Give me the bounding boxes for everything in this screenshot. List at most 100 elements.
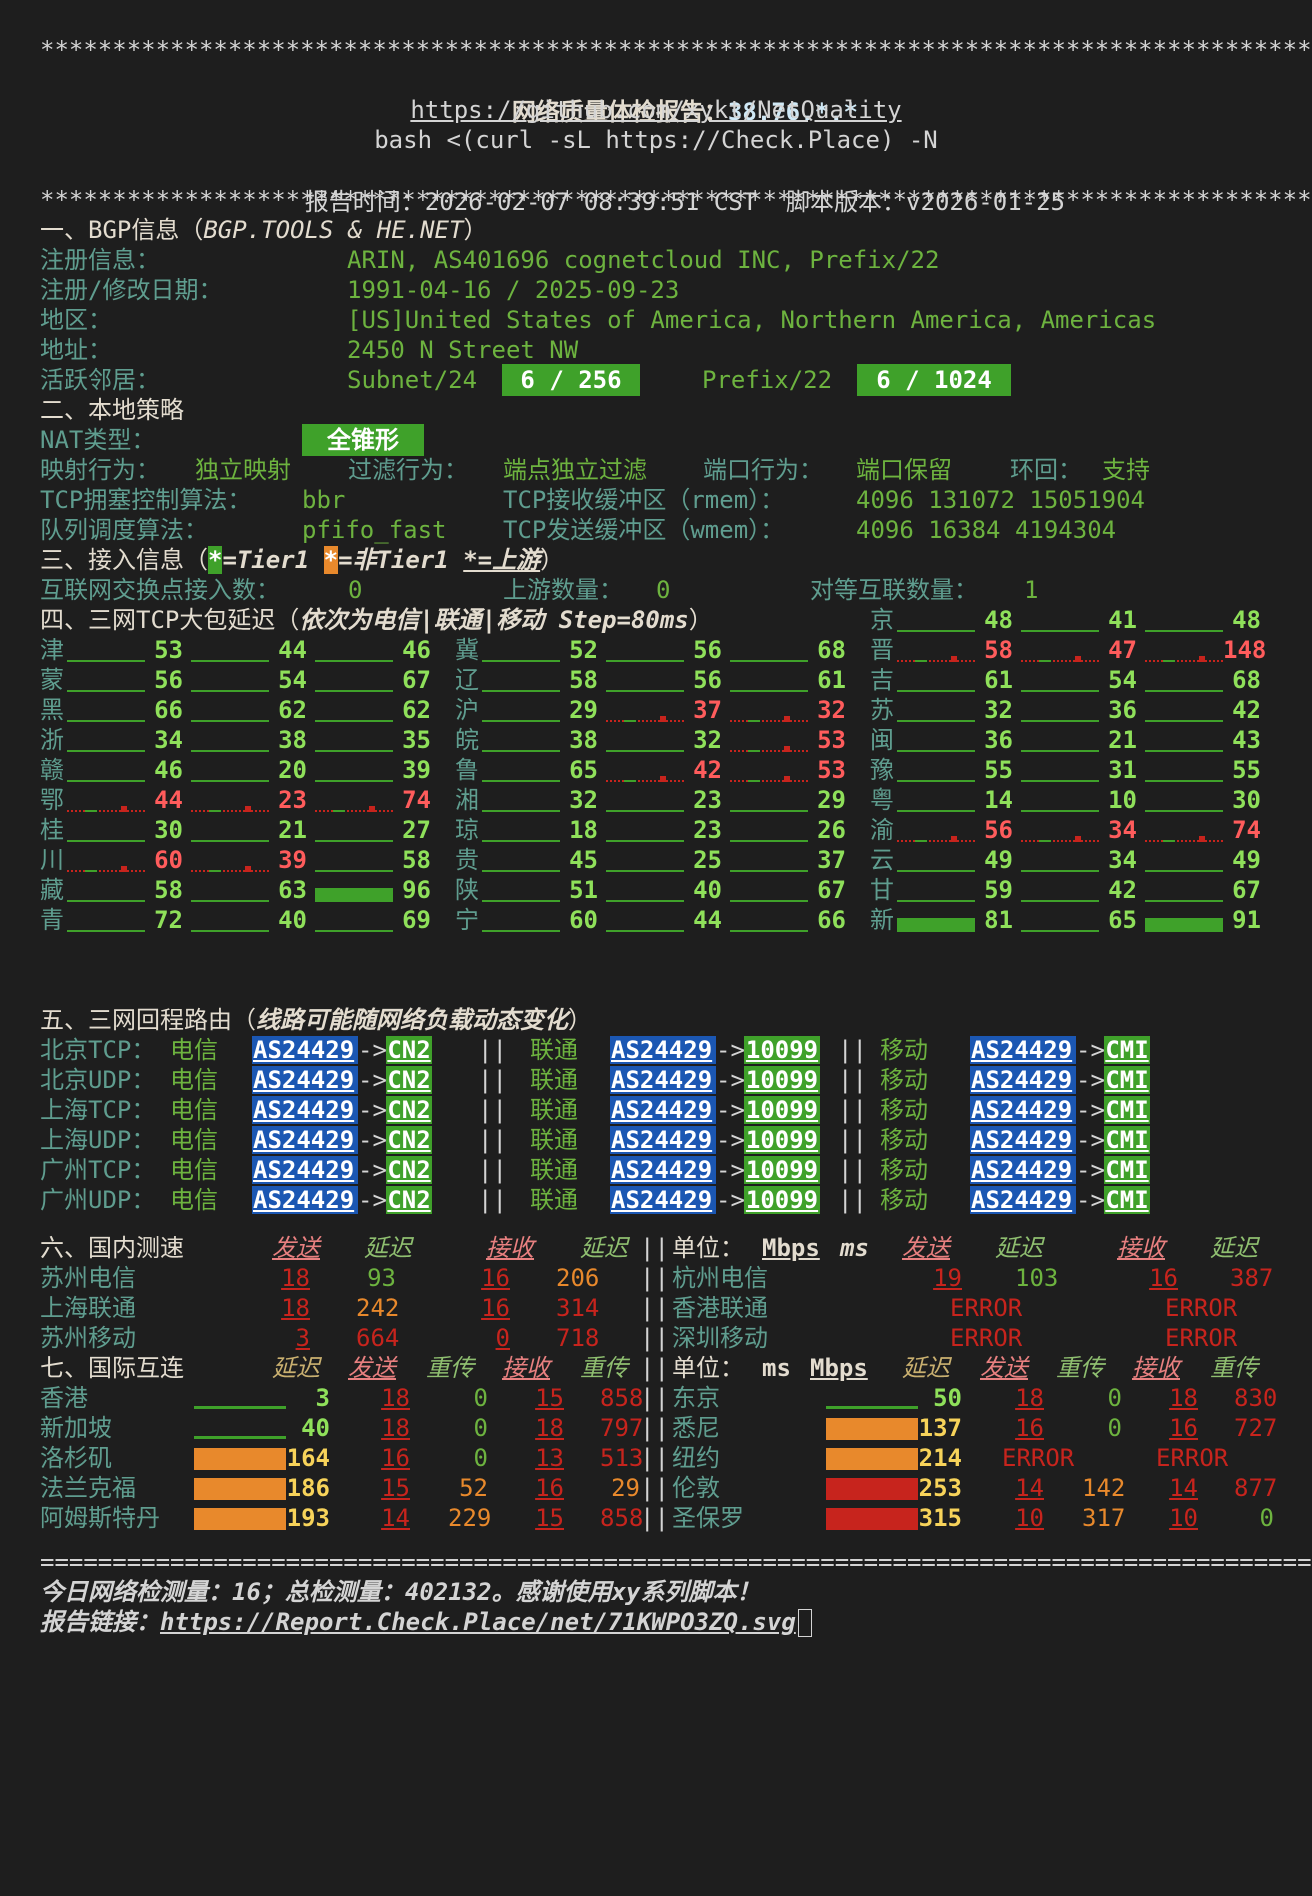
asn-link[interactable]: AS24429 [252, 1066, 358, 1094]
asn-link[interactable]: AS24429 [970, 1156, 1076, 1184]
latency-value: 42 [693, 756, 722, 784]
route-tag[interactable]: 10099 [744, 1156, 820, 1184]
asn-link[interactable]: AS24429 [252, 1186, 358, 1214]
province-label: 黑 [40, 696, 64, 724]
route-arrow: -> [1076, 1126, 1105, 1154]
section-intl-heading: 七、国际互连 [40, 1354, 184, 1382]
speed-recv: 16 [481, 1294, 510, 1322]
route-tag[interactable]: CN2 [386, 1096, 432, 1124]
route-tag[interactable]: CMI [1104, 1186, 1150, 1214]
route-row: 北京UDP： 电信 AS24429 -> CN2 || 联通 AS24429 -> 10099 ||… [40, 1064, 1280, 1096]
latency-value: 148 [1223, 636, 1267, 664]
route-tag[interactable]: 10099 [744, 1186, 820, 1214]
latency-value: 52 [569, 636, 598, 664]
latency-bar [826, 1418, 918, 1440]
latency-value: 48 [1232, 606, 1261, 634]
route-tag[interactable]: CMI [1104, 1126, 1150, 1154]
asn-link[interactable]: AS24429 [970, 1066, 1076, 1094]
latency-bar [194, 1478, 286, 1500]
latency-value: 44 [154, 786, 183, 814]
latency-bar [482, 844, 562, 876]
asn-link[interactable]: AS24429 [970, 1126, 1076, 1154]
asn-link[interactable]: AS24429 [610, 1126, 716, 1154]
latency-value: 46 [154, 756, 183, 784]
route-tag[interactable]: CMI [1104, 1066, 1150, 1094]
asn-link[interactable]: AS24429 [252, 1096, 358, 1124]
latency-value: 42 [1232, 696, 1261, 724]
latency-bar [606, 874, 686, 906]
intl-latency: 50 [933, 1384, 962, 1412]
latency-bar [315, 754, 395, 786]
latency-cell: 闽 36 21 43 [870, 724, 1270, 756]
province-label: 琼 [455, 816, 479, 844]
latency-bar [191, 844, 271, 876]
route-tag[interactable]: CMI [1104, 1036, 1150, 1064]
intl-node: 阿姆斯特丹 [40, 1504, 160, 1532]
latency-bar [67, 754, 147, 786]
report-link[interactable]: https://Report.Check.Place/net/71KWPO3ZQ… [160, 1608, 796, 1636]
latency-bar [606, 754, 686, 786]
route-tag[interactable]: 10099 [744, 1036, 820, 1064]
asn-link[interactable]: AS24429 [252, 1126, 358, 1154]
intl-header-row: 七、国际互连 延迟 发送 重传 接收 重传 || 单位： ms Mbps 延迟 … [40, 1354, 1258, 1382]
route-sep: || [838, 1096, 867, 1124]
latency-value: 60 [569, 906, 598, 934]
route-isp: 移动 [880, 1036, 928, 1064]
intl-value: 52 [459, 1474, 488, 1502]
latency-value: 54 [1108, 666, 1137, 694]
asn-link[interactable]: AS24429 [610, 1096, 716, 1124]
latency-bar [315, 784, 395, 816]
latency-bar [897, 664, 977, 696]
latency-value: 10 [1108, 786, 1137, 814]
latency-bar [1021, 814, 1101, 846]
asn-link[interactable]: AS24429 [610, 1186, 716, 1214]
asn-link[interactable]: AS24429 [610, 1066, 716, 1094]
route-tag[interactable]: CMI [1104, 1156, 1150, 1184]
asn-link[interactable]: AS24429 [970, 1096, 1076, 1124]
asn-link[interactable]: AS24429 [970, 1186, 1076, 1214]
latency-bar [194, 1508, 286, 1530]
terminal: ****************************************… [0, 0, 1312, 1685]
latency-cell: 甘 59 42 67 [870, 874, 1270, 906]
intl-value: 858 [600, 1384, 644, 1412]
route-tag[interactable]: CN2 [386, 1066, 432, 1094]
latency-value: 49 [1232, 846, 1261, 874]
route-tag[interactable]: CMI [1104, 1096, 1150, 1124]
footer-stats: 今日网络检测量：16；总检测量：402132。感谢使用xy系列脚本！ [40, 1578, 761, 1606]
bgp-region: [US]United States of America, Northern A… [347, 306, 1157, 334]
latency-cell: 赣 46 20 39 [40, 754, 440, 786]
route-tag[interactable]: 10099 [744, 1066, 820, 1094]
latency-value: 54 [278, 666, 307, 694]
latency-value: 72 [154, 906, 183, 934]
asn-link[interactable]: AS24429 [252, 1156, 358, 1184]
asn-link[interactable]: AS24429 [252, 1036, 358, 1064]
latency-bar [482, 784, 562, 816]
route-tag[interactable]: CN2 [386, 1036, 432, 1064]
route-tag[interactable]: CN2 [386, 1156, 432, 1184]
route-arrow: -> [716, 1156, 745, 1184]
latency-value: 36 [984, 726, 1013, 754]
rule: ========================================… [40, 1548, 1312, 1576]
asn-link[interactable]: AS24429 [610, 1036, 716, 1064]
province-label: 蒙 [40, 666, 64, 694]
latency-bar [482, 904, 562, 936]
route-tag[interactable]: CN2 [386, 1126, 432, 1154]
latency-bar [1145, 604, 1225, 636]
province-label: 桂 [40, 816, 64, 844]
route-tag[interactable]: CN2 [386, 1186, 432, 1214]
route-tag[interactable]: 10099 [744, 1096, 820, 1124]
speed-latency: 664 [356, 1324, 400, 1352]
intl-value: 0 [473, 1384, 488, 1412]
province-label: 闽 [870, 726, 894, 754]
latency-cell: 藏 58 63 96 [40, 874, 440, 906]
repo-link[interactable]: https://github.com/xykt/NetQuality [0, 94, 1312, 126]
latency-value: 56 [154, 666, 183, 694]
asn-link[interactable]: AS24429 [610, 1156, 716, 1184]
route-tag[interactable]: 10099 [744, 1126, 820, 1154]
table-sep: || [640, 1444, 669, 1472]
province-label: 浙 [40, 726, 64, 754]
latency-bar [482, 634, 562, 666]
asn-link[interactable]: AS24429 [970, 1036, 1076, 1064]
latency-cell: 京 48 41 48 [870, 604, 1270, 636]
intl-value: 18 [381, 1414, 410, 1442]
